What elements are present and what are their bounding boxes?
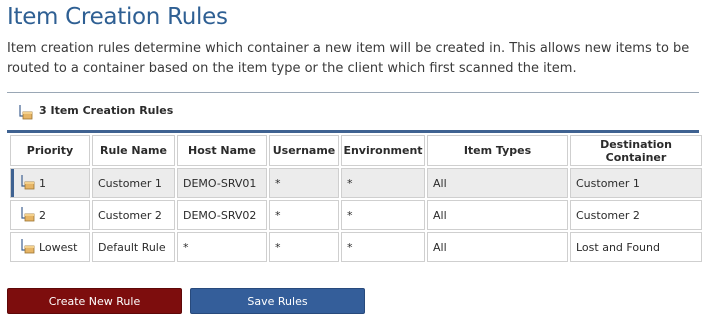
- host-name-cell[interactable]: *: [177, 232, 267, 262]
- host-name-cell[interactable]: DEMO-SRV02: [177, 200, 267, 230]
- col-environment[interactable]: Environment: [341, 135, 425, 166]
- item-types-cell[interactable]: All: [427, 232, 568, 262]
- host-name-cell[interactable]: DEMO-SRV01: [177, 168, 267, 198]
- container-icon: [17, 104, 33, 124]
- rules-header: 3 Item Creation Rules: [7, 92, 699, 133]
- table-header-row: Priority Rule Name Host Name Username En…: [10, 135, 702, 166]
- destination-cell[interactable]: Lost and Found: [570, 232, 702, 262]
- container-icon: [19, 206, 35, 225]
- username-cell[interactable]: *: [269, 168, 339, 198]
- table-row[interactable]: 2 Customer 2 DEMO-SRV02 * * All Customer…: [10, 200, 702, 230]
- environment-cell[interactable]: *: [341, 232, 425, 262]
- container-icon: [19, 238, 35, 257]
- username-cell[interactable]: *: [269, 200, 339, 230]
- username-cell[interactable]: *: [269, 232, 339, 262]
- item-types-cell[interactable]: All: [427, 168, 568, 198]
- col-host-name[interactable]: Host Name: [177, 135, 267, 166]
- rule-name-cell[interactable]: Customer 1: [92, 168, 175, 198]
- priority-value: 1: [39, 176, 46, 190]
- destination-cell[interactable]: Customer 2: [570, 200, 702, 230]
- destination-cell[interactable]: Customer 1: [570, 168, 702, 198]
- priority-cell[interactable]: Lowest: [10, 232, 90, 262]
- col-item-types[interactable]: Item Types: [427, 135, 568, 166]
- page-title: Item Creation Rules: [7, 4, 228, 30]
- table-row[interactable]: Lowest Default Rule * * * All Lost and F…: [10, 232, 702, 262]
- priority-value: 2: [39, 208, 46, 222]
- rules-table: Priority Rule Name Host Name Username En…: [8, 133, 704, 264]
- col-destination-container[interactable]: Destination Container: [570, 135, 702, 166]
- container-icon: [19, 174, 35, 193]
- rules-count-label: 3 Item Creation Rules: [39, 104, 174, 117]
- save-rules-button[interactable]: Save Rules: [190, 288, 365, 314]
- environment-cell[interactable]: *: [341, 168, 425, 198]
- environment-cell[interactable]: *: [341, 200, 425, 230]
- priority-cell[interactable]: 2: [10, 200, 90, 230]
- col-priority[interactable]: Priority: [10, 135, 90, 166]
- page-description: Item creation rules determine which cont…: [7, 41, 690, 76]
- rule-name-cell[interactable]: Default Rule: [92, 232, 175, 262]
- rule-name-cell[interactable]: Customer 2: [92, 200, 175, 230]
- col-rule-name[interactable]: Rule Name: [92, 135, 175, 166]
- item-types-cell[interactable]: All: [427, 200, 568, 230]
- table-row[interactable]: 1 Customer 1 DEMO-SRV01 * * All Customer…: [10, 168, 702, 198]
- col-username[interactable]: Username: [269, 135, 339, 166]
- priority-value: Lowest: [39, 240, 78, 254]
- create-new-rule-button[interactable]: Create New Rule: [7, 288, 182, 314]
- priority-cell[interactable]: 1: [10, 168, 90, 198]
